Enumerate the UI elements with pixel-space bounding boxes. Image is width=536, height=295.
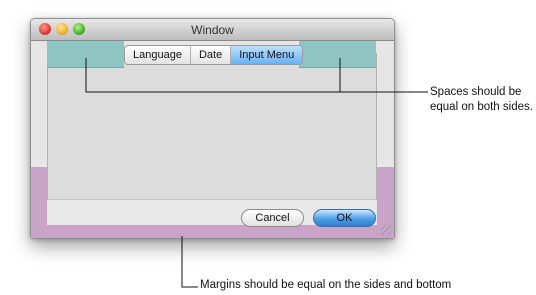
margins-callout-line: [181, 236, 198, 288]
margins-annotation: Margins should be equal on the sides and…: [200, 279, 452, 291]
callout-lines: [85, 58, 428, 288]
spaces-annotation: Spaces should be equal on both sides.: [430, 86, 533, 113]
spaces-callout-line: [85, 58, 428, 93]
